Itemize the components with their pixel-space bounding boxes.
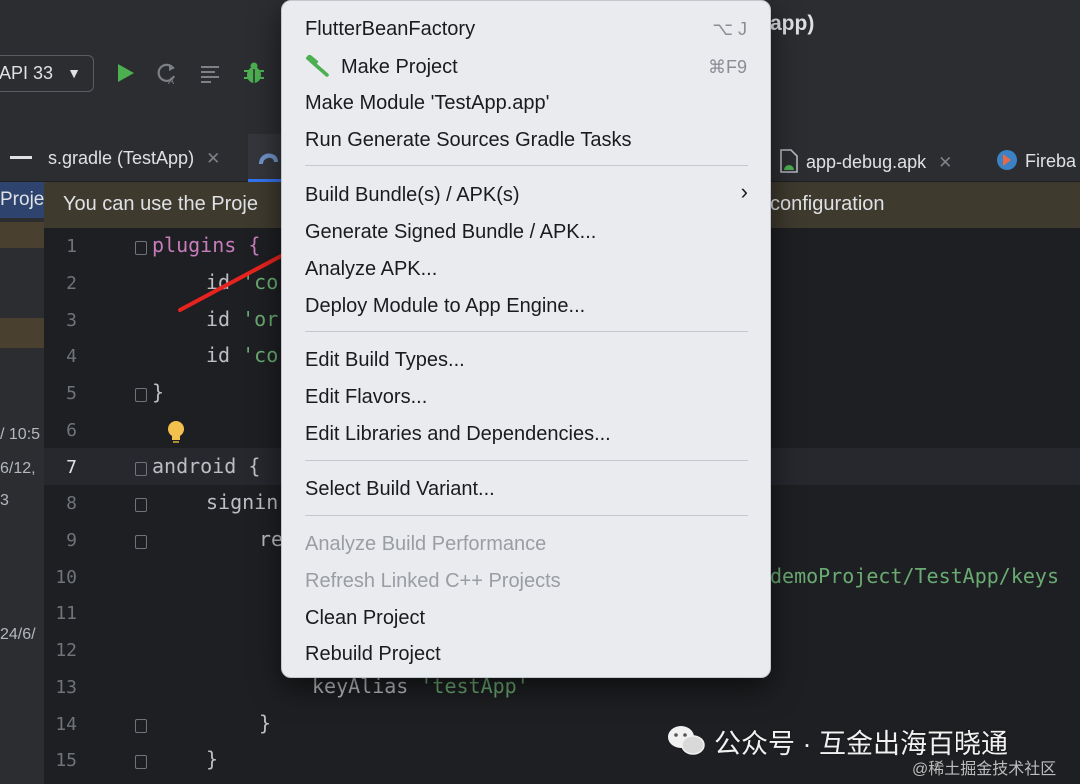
- code-line-9: re: [259, 527, 284, 551]
- window-title: app): [770, 12, 815, 35]
- menu-item-build-bundle-apk[interactable]: Build Bundle(s) / APK(s): [305, 184, 520, 207]
- menu-item-clean-project[interactable]: Clean Project: [305, 607, 425, 630]
- gradle-icon: [259, 153, 278, 164]
- shortcut-label: ⌥ J: [712, 19, 747, 39]
- chevron-right-icon: ›: [740, 179, 748, 204]
- line-number: 2: [66, 273, 77, 294]
- line-number: 14: [55, 714, 77, 735]
- apply-changes-icon[interactable]: A: [153, 60, 179, 86]
- shortcut-label: ⌘F9: [707, 57, 747, 77]
- line-number: 5: [66, 383, 77, 404]
- wechat-icon: [668, 726, 705, 755]
- file-timestamp: 3: [0, 492, 9, 509]
- menu-item-rebuild-project[interactable]: Rebuild Project: [305, 643, 441, 666]
- menu-item-edit-libraries[interactable]: Edit Libraries and Dependencies...: [305, 423, 611, 446]
- collapse-icon[interactable]: [10, 156, 32, 159]
- menu-item-make-project[interactable]: Make Project: [305, 55, 458, 79]
- menu-item-make-module[interactable]: Make Module 'TestApp.app': [305, 92, 549, 115]
- fold-marker[interactable]: [135, 719, 147, 733]
- tab-firebase[interactable]: Fireba: [995, 134, 1076, 182]
- line-number: 7: [66, 457, 77, 478]
- code-line-10: demoProject/TestApp/keys: [770, 564, 1059, 588]
- line-number: 13: [55, 677, 77, 698]
- close-icon[interactable]: ✕: [206, 149, 220, 168]
- close-icon[interactable]: ✕: [938, 153, 952, 172]
- fold-marker[interactable]: [135, 535, 147, 549]
- line-number: 9: [66, 530, 77, 551]
- menu-item-edit-flavors[interactable]: Edit Flavors...: [305, 386, 427, 409]
- banner-text-right: configuration: [770, 193, 885, 215]
- menu-item-analyze-apk[interactable]: Analyze APK...: [305, 258, 437, 281]
- fold-marker[interactable]: [135, 388, 147, 402]
- run-config-label: API 33: [0, 63, 54, 83]
- build-menu: FlutterBeanFactory ⌥ J Make Project ⌘F9 …: [281, 0, 771, 678]
- lightbulb-icon[interactable]: [166, 419, 186, 447]
- menu-item-deploy-module[interactable]: Deploy Module to App Engine...: [305, 295, 585, 318]
- line-number: 6: [66, 420, 77, 441]
- apk-file-icon: [780, 149, 798, 173]
- code-line-4: id 'co: [206, 343, 279, 367]
- watermark-subtext: @稀土掘金技术社区: [912, 761, 1057, 778]
- menu-separator: [305, 331, 748, 332]
- code-line-8: signin: [206, 490, 279, 514]
- logcat-icon[interactable]: [198, 60, 224, 86]
- file-timestamp: 6/12,: [0, 460, 36, 477]
- tab-settings-gradle[interactable]: s.gradle (TestApp) ✕: [48, 134, 220, 182]
- chevron-down-icon: ▼: [67, 65, 81, 81]
- line-number: 8: [66, 493, 77, 514]
- menu-item-flutter-bean-factory[interactable]: FlutterBeanFactory: [305, 18, 475, 41]
- fold-marker[interactable]: [135, 462, 147, 476]
- menu-separator: [305, 515, 748, 516]
- line-number: 1: [66, 236, 77, 257]
- line-number: 3: [66, 310, 77, 331]
- menu-item-generate-signed-bundle[interactable]: Generate Signed Bundle / APK...: [305, 221, 596, 244]
- file-timestamp: 24/6/: [0, 626, 36, 643]
- line-number: 4: [66, 346, 77, 367]
- menu-separator: [305, 460, 748, 461]
- menu-item-refresh-linked-cpp: Refresh Linked C++ Projects: [305, 570, 561, 592]
- line-number: 11: [55, 603, 77, 624]
- line-number: 12: [55, 640, 77, 661]
- run-icon[interactable]: [112, 60, 138, 86]
- fold-marker[interactable]: [135, 498, 147, 512]
- menu-separator: [305, 165, 748, 166]
- line-number: 10: [55, 567, 77, 588]
- menu-item-analyze-build-performance: Analyze Build Performance: [305, 533, 547, 555]
- code-line-15: }: [206, 747, 219, 771]
- menu-item-run-generate-sources[interactable]: Run Generate Sources Gradle Tasks: [305, 129, 631, 152]
- fold-marker[interactable]: [135, 755, 147, 769]
- banner-text-left: You can use the Proje: [63, 193, 258, 215]
- fold-marker[interactable]: [135, 241, 147, 255]
- tab-app-debug-apk[interactable]: app-debug.apk ✕: [778, 134, 952, 182]
- svg-text:A: A: [168, 76, 174, 86]
- line-number: 15: [55, 750, 77, 771]
- menu-item-edit-build-types[interactable]: Edit Build Types...: [305, 349, 465, 372]
- run-config-select[interactable]: API 33 ▼: [0, 55, 94, 92]
- code-line-5: }: [152, 380, 165, 404]
- project-tool-tab[interactable]: Proje: [0, 182, 44, 218]
- kotlin-file-icon: [997, 150, 1017, 170]
- menu-item-select-build-variant[interactable]: Select Build Variant...: [305, 478, 495, 501]
- hammer-icon: [305, 55, 329, 77]
- file-timestamp: / 10:5: [0, 426, 41, 443]
- code-line-7: android {: [152, 454, 261, 478]
- debug-icon[interactable]: [241, 60, 267, 86]
- code-line-14: }: [259, 711, 272, 735]
- project-panel: / 10:5 6/12, 3 24/6/: [0, 182, 44, 784]
